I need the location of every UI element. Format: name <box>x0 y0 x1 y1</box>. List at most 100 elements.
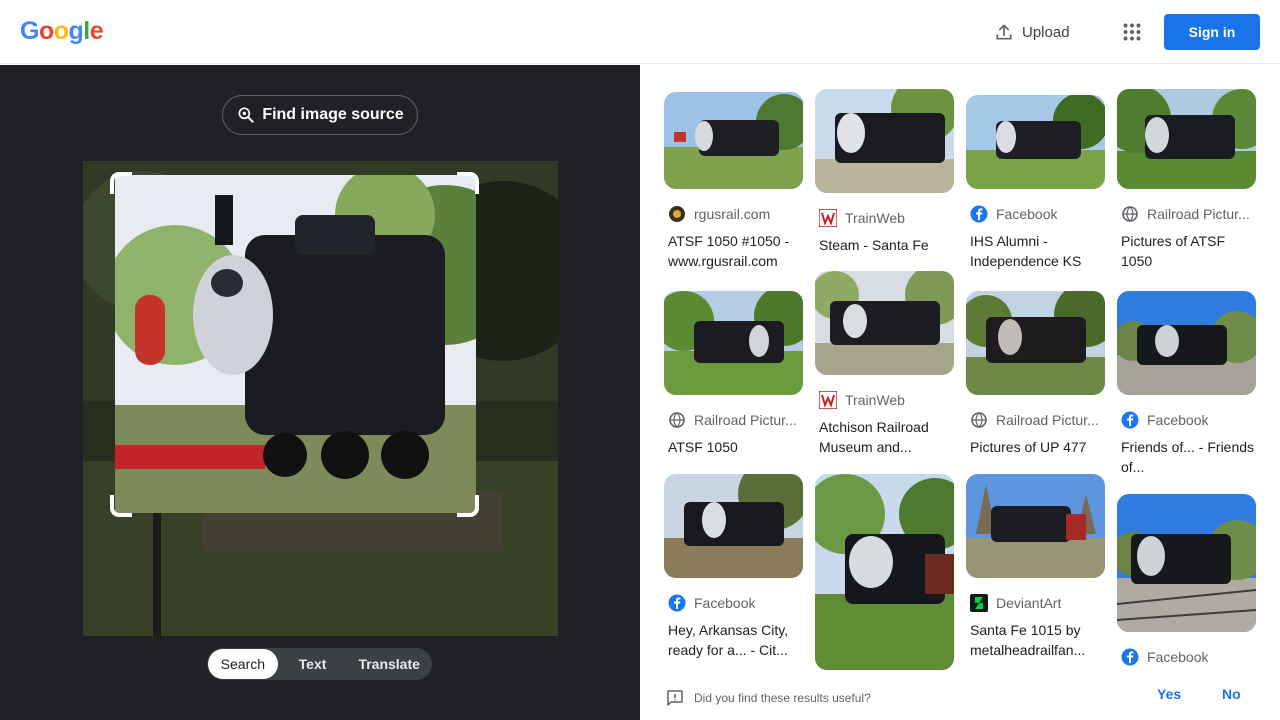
site-favicon-icon <box>668 205 686 223</box>
mode-translate-tab[interactable]: Translate <box>347 649 431 679</box>
result-source-name: Railroad Pictur... <box>694 412 797 428</box>
result-title: Atchison Railroad Museum and... <box>819 419 929 455</box>
feedback-yes-button[interactable]: Yes <box>1157 686 1181 702</box>
globe-icon <box>668 411 686 429</box>
result-thumbnail <box>966 291 1105 395</box>
crop-handle-top-right[interactable] <box>457 172 479 194</box>
result-source-name: TrainWeb <box>845 392 905 408</box>
logo-letter: G <box>20 17 39 45</box>
result-source-name: Facebook <box>1147 649 1209 665</box>
feedback-question: Did you find these results useful? <box>694 691 871 705</box>
result-source-name: DeviantArt <box>996 595 1062 611</box>
result-title: Santa Fe 1015 by metalheadrailfan... <box>970 622 1086 658</box>
logo-letter: e <box>89 17 104 45</box>
result-card[interactable]: rgusrail.com ATSF 1050 #1050 - www.rgusr… <box>664 92 803 271</box>
result-title: ATSF 1050 <box>668 439 738 455</box>
result-card[interactable]: Facebook IHS Alumni - Independence KS <box>966 95 1105 271</box>
logo-letter: o <box>53 17 69 45</box>
result-thumbnail <box>1117 291 1256 395</box>
result-source: Facebook <box>664 594 803 612</box>
upload-icon <box>996 24 1012 40</box>
find-image-source-button[interactable]: Find image source <box>222 95 418 135</box>
lens-image-panel: Find image source Search Text Translate <box>0 65 640 720</box>
result-card[interactable]: Railroad Pictur... Pictures of ATSF 1050 <box>1117 89 1256 271</box>
visual-matches-grid: rgusrail.com ATSF 1050 #1050 - www.rgusr… <box>640 65 1280 720</box>
trainweb-icon <box>819 209 837 227</box>
lens-mode-switch: Search Text Translate <box>207 648 432 680</box>
feedback-bar: Did you find these results useful? Yes N… <box>640 676 1280 720</box>
globe-icon <box>1121 205 1139 223</box>
facebook-icon <box>970 205 988 223</box>
result-card[interactable]: TrainWeb Steam - Santa Fe <box>815 89 954 255</box>
result-title: Pictures of UP 477 <box>970 439 1087 455</box>
mode-text-tab[interactable]: Text <box>278 649 348 679</box>
train-crop-photo <box>115 175 476 513</box>
result-thumbnail <box>966 474 1105 578</box>
result-thumbnail <box>664 92 803 189</box>
result-card[interactable]: Railroad Pictur... ATSF 1050 <box>664 291 803 457</box>
crop-handle-bottom-left[interactable] <box>110 495 132 517</box>
facebook-icon <box>1121 648 1139 666</box>
result-thumbnail <box>966 95 1105 189</box>
result-card[interactable] <box>815 474 954 670</box>
crop-selection[interactable] <box>115 175 476 513</box>
result-source-name: Facebook <box>1147 412 1209 428</box>
google-apps-button[interactable] <box>1114 14 1150 50</box>
result-title: Pictures of ATSF 1050 <box>1121 233 1225 269</box>
result-source: rgusrail.com <box>664 205 803 223</box>
logo-letter: g <box>68 17 84 45</box>
result-source: Railroad Pictur... <box>966 411 1105 429</box>
result-card[interactable]: Facebook <box>1117 494 1256 666</box>
facebook-icon <box>1121 411 1139 429</box>
result-thumbnail <box>1117 494 1256 632</box>
result-title: Hey, Arkansas City, ready for a... - Cit… <box>668 622 789 658</box>
mode-search-tab[interactable]: Search <box>208 649 278 679</box>
result-thumbnail <box>815 89 954 193</box>
result-source: Railroad Pictur... <box>664 411 803 429</box>
result-source-name: rgusrail.com <box>694 206 771 222</box>
result-source-name: Railroad Pictur... <box>1147 206 1250 222</box>
facebook-icon <box>668 594 686 612</box>
lens-search-icon <box>238 107 254 123</box>
feedback-icon <box>667 690 683 706</box>
result-source: TrainWeb <box>815 391 954 409</box>
result-card[interactable]: Facebook Friends of... - Friends of... <box>1117 291 1256 477</box>
find-image-source-label: Find image source <box>262 106 404 123</box>
crop-handle-top-left[interactable] <box>110 172 132 194</box>
result-card[interactable]: DeviantArt Santa Fe 1015 by metalheadrai… <box>966 474 1105 660</box>
deviantart-icon <box>970 594 988 612</box>
result-source: Facebook <box>966 205 1105 223</box>
result-source: Railroad Pictur... <box>1117 205 1256 223</box>
result-source: DeviantArt <box>966 594 1105 612</box>
result-thumbnail <box>1117 89 1256 189</box>
result-card[interactable]: Railroad Pictur... Pictures of UP 477 <box>966 291 1105 457</box>
result-source: Facebook <box>1117 648 1256 666</box>
result-title: ATSF 1050 #1050 - www.rgusrail.com <box>668 233 790 269</box>
result-thumbnail <box>664 474 803 578</box>
upload-label: Upload <box>1022 23 1070 41</box>
result-title: IHS Alumni - Independence KS <box>970 233 1082 269</box>
sign-in-button[interactable]: Sign in <box>1164 14 1260 50</box>
logo-letter: o <box>38 17 54 45</box>
feedback-no-button[interactable]: No <box>1222 686 1241 702</box>
apps-grid-icon <box>1123 23 1141 41</box>
result-source-name: Railroad Pictur... <box>996 412 1099 428</box>
result-source-name: Facebook <box>996 206 1058 222</box>
globe-icon <box>970 411 988 429</box>
result-source: Facebook <box>1117 411 1256 429</box>
google-logo[interactable]: Google <box>20 17 104 46</box>
result-source-name: TrainWeb <box>845 210 905 226</box>
result-card[interactable]: TrainWeb Atchison Railroad Museum and... <box>815 271 954 457</box>
trainweb-icon <box>819 391 837 409</box>
result-thumbnail <box>815 474 954 670</box>
result-card[interactable]: Facebook Hey, Arkansas City, ready for a… <box>664 474 803 660</box>
result-thumbnail <box>815 271 954 375</box>
result-source: TrainWeb <box>815 209 954 227</box>
result-title: Steam - Santa Fe <box>819 237 929 253</box>
query-image <box>83 161 558 636</box>
result-title: Friends of... - Friends of... <box>1121 439 1255 475</box>
result-thumbnail <box>664 291 803 395</box>
crop-handle-bottom-right[interactable] <box>457 495 479 517</box>
result-source-name: Facebook <box>694 595 756 611</box>
upload-button[interactable]: Upload <box>984 14 1080 50</box>
